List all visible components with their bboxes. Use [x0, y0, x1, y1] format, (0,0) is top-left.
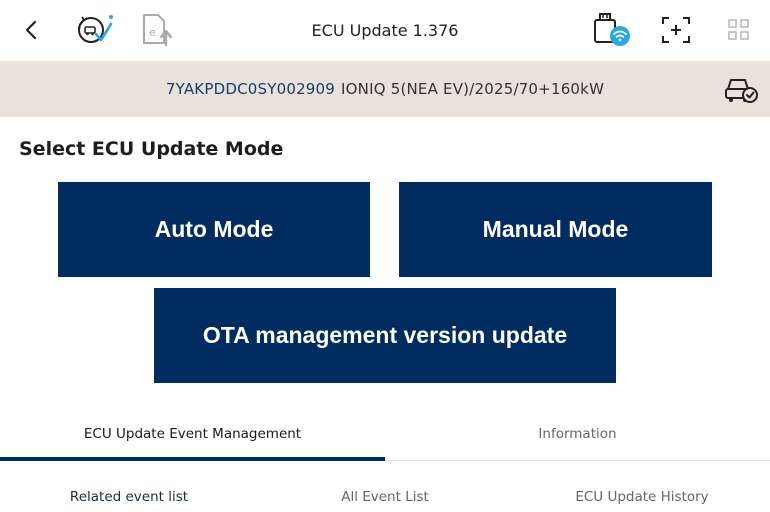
svg-text:e: e: [149, 26, 156, 39]
tab-ecu-update-event-management[interactable]: ECU Update Event Management: [0, 412, 385, 458]
vehicle-model: IONIQ 5(NEA EV)/2025/70+160kW: [341, 80, 605, 98]
tab-information[interactable]: Information: [385, 412, 770, 458]
ota-update-button[interactable]: OTA management version update: [154, 288, 616, 383]
subtab-related-event-list[interactable]: Related event list: [40, 484, 218, 510]
back-arrow-icon[interactable]: [18, 16, 46, 44]
car-check-icon[interactable]: [722, 73, 760, 105]
vehicle-info-bar: 7YAKPDDC0SY002909 IONIQ 5(NEA EV)/2025/70…: [0, 61, 770, 117]
export-icon[interactable]: e: [138, 12, 176, 48]
screenshot-icon[interactable]: [660, 15, 692, 45]
top-bar: e ECU Update 1.376: [0, 0, 770, 61]
subtab-all-event-list[interactable]: All Event List: [295, 484, 475, 510]
subtab-ecu-update-history[interactable]: ECU Update History: [552, 484, 732, 510]
wireless-vci-icon[interactable]: [592, 12, 632, 48]
manual-mode-button[interactable]: Manual Mode: [399, 182, 712, 277]
section-title: Select ECU Update Mode: [19, 138, 284, 160]
vehicle-check-icon[interactable]: [74, 12, 114, 48]
grid-menu-icon[interactable]: [724, 16, 754, 44]
vehicle-info: 7YAKPDDC0SY002909 IONIQ 5(NEA EV)/2025/70…: [0, 61, 770, 117]
auto-mode-button[interactable]: Auto Mode: [58, 182, 370, 277]
vin-number: 7YAKPDDC0SY002909: [165, 80, 336, 98]
active-tab-indicator: [0, 457, 385, 461]
page-title: ECU Update 1.376: [311, 21, 459, 40]
